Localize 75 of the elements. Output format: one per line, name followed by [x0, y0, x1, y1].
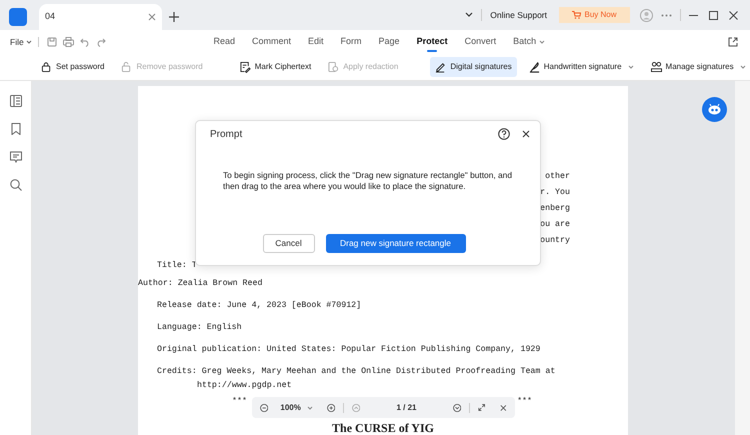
- caret-icon: [539, 40, 546, 44]
- menu-tab[interactable]: Comment: [244, 30, 300, 54]
- toolbar-button[interactable]: Mark Ciphertext: [234, 57, 316, 77]
- more-icon[interactable]: [661, 14, 672, 16]
- thumbnails-icon[interactable]: [10, 95, 22, 107]
- help-icon[interactable]: [498, 128, 510, 140]
- quill-icon: [528, 61, 540, 73]
- zoom-out-icon[interactable]: [260, 402, 268, 412]
- menu-tab[interactable]: Edit: [300, 30, 332, 54]
- toolbar-button[interactable]: Set password: [36, 57, 110, 77]
- assistant-button[interactable]: [702, 97, 727, 122]
- document-icon: [328, 61, 340, 73]
- unlock-icon: [121, 61, 132, 73]
- lock-icon: [41, 61, 52, 73]
- close-icon[interactable]: [729, 10, 738, 20]
- cancel-button[interactable]: Cancel: [262, 234, 314, 253]
- redo-icon[interactable]: [96, 37, 106, 47]
- app-logo[interactable]: [9, 8, 27, 26]
- document-tab[interactable]: 04: [39, 4, 162, 30]
- online-support-link[interactable]: Online Support: [490, 8, 547, 22]
- toolbar-button[interactable]: Handwritten signature: [524, 57, 639, 77]
- close-icon[interactable]: [522, 130, 530, 138]
- zoom-dropdown[interactable]: 100%: [280, 402, 313, 414]
- tab-title: 04: [45, 10, 56, 24]
- menu-tab[interactable]: Convert: [456, 30, 505, 54]
- document-text: enberg: [540, 203, 570, 215]
- caret-icon: [740, 65, 746, 69]
- document-heading: The CURSE of YIG: [332, 420, 434, 435]
- document-text: ou are: [540, 219, 570, 231]
- undo-icon[interactable]: [80, 37, 90, 47]
- document-text: http://www.pgdp.net: [196, 380, 292, 392]
- menu-tab[interactable]: Page: [370, 30, 408, 54]
- document-text: other: [545, 171, 570, 183]
- close-icon[interactable]: [500, 404, 507, 412]
- pen-icon: [435, 61, 446, 73]
- dialog-message: To begin signing process, click the "Drag new signature rectangle" button, and then drag to the area where you would like to place the signature.: [223, 170, 513, 192]
- dialog-title: Prompt: [210, 128, 244, 142]
- document-text: r. You: [540, 187, 570, 199]
- save-icon[interactable]: [46, 37, 57, 47]
- cart-icon: [572, 11, 582, 19]
- document-pen-icon: [240, 61, 251, 73]
- drag-signature-button[interactable]: Drag new signature rectangle: [326, 234, 466, 253]
- fullscreen-icon[interactable]: [478, 403, 486, 412]
- menu-tab[interactable]: Protect: [408, 30, 456, 54]
- robot-icon: [708, 104, 721, 115]
- print-icon[interactable]: [62, 37, 74, 47]
- separator-text: ***: [517, 396, 532, 408]
- menu-tab[interactable]: Read: [205, 30, 244, 54]
- zoom-in-icon[interactable]: [326, 402, 336, 412]
- next-page-icon[interactable]: [452, 402, 461, 412]
- separator-text: ***: [232, 396, 247, 408]
- document-text: Release date: June 4, 2023 [eBook #70912]: [156, 300, 362, 312]
- page-number[interactable]: 1 / 21: [396, 402, 416, 414]
- toolbar-button[interactable]: Digital signatures: [430, 57, 517, 77]
- search-icon[interactable]: [10, 179, 22, 191]
- bookmark-icon[interactable]: [10, 123, 20, 135]
- caret-icon: [26, 40, 32, 44]
- caret-icon: [306, 406, 313, 410]
- caret-icon: [628, 65, 634, 69]
- file-menu[interactable]: File: [10, 36, 32, 48]
- add-tab-icon[interactable]: [169, 12, 179, 22]
- document-text: ountry: [540, 235, 570, 247]
- scrollbar[interactable]: [735, 81, 750, 435]
- chevron-down-icon[interactable]: [465, 12, 474, 18]
- document-text: Author: Zealia Brown Reed: [138, 278, 262, 290]
- maximize-icon[interactable]: [709, 10, 718, 20]
- menu-tab[interactable]: Form: [332, 30, 370, 54]
- toolbar-button[interactable]: Manage signatures: [646, 57, 750, 77]
- document-text: Credits: Greg Weeks, Mary Meehan and the Online Distributed Proofreading Team at: [156, 366, 556, 378]
- comment-icon[interactable]: [10, 151, 22, 163]
- document-text: Original publication: United States: Popular Fiction Publishing Company, 1929: [156, 344, 540, 356]
- document-text: Language: English: [156, 322, 242, 334]
- external-link-icon[interactable]: [728, 37, 738, 47]
- people-icon: [650, 61, 662, 73]
- menu-tab[interactable]: Batch: [504, 30, 554, 54]
